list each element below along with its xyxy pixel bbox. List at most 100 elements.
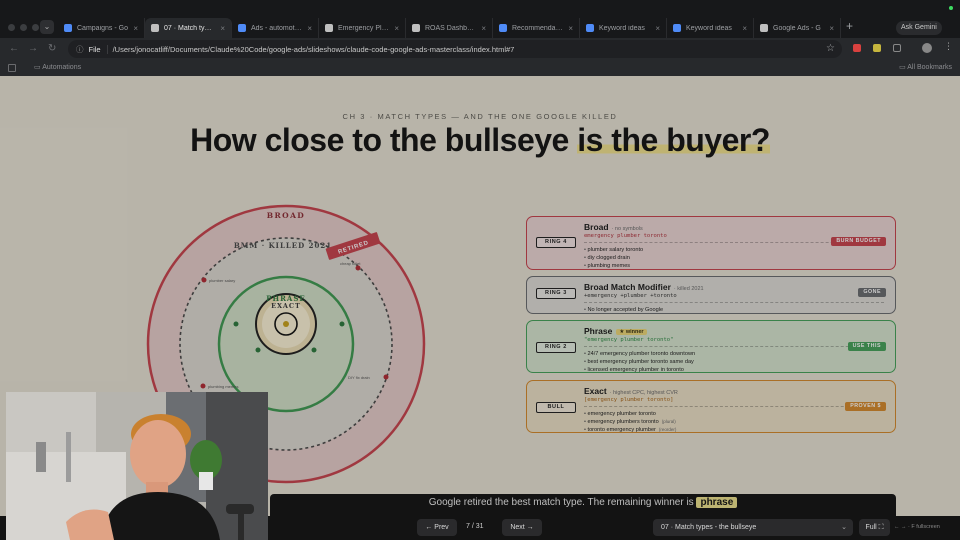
- browser-tab[interactable]: Keyword ideas ×: [667, 18, 754, 38]
- dot-label: plumbing memes: [208, 384, 238, 389]
- extension-icon[interactable]: [853, 44, 861, 52]
- broad-dot: [200, 383, 206, 389]
- verdict-badge: PROVEN $: [845, 402, 886, 411]
- prev-button[interactable]: ← Prev: [417, 519, 457, 536]
- example-query-text: diy clogged drain: [587, 255, 630, 262]
- bookmark-folder-automations[interactable]: ▭ Automations: [34, 63, 81, 71]
- page-indicator: 7 / 31: [466, 523, 484, 530]
- keyword-syntax: +emergency +plumber +toronto: [584, 293, 677, 299]
- tab-favicon-icon: [325, 24, 333, 32]
- browser-tab[interactable]: Campaigns - Go ×: [58, 18, 145, 38]
- example-query: No longer accepted by Google: [584, 306, 887, 314]
- browser-tab[interactable]: 07 · Match types ×: [145, 18, 232, 38]
- card-title-row: Phrase ★ winner: [584, 326, 887, 336]
- example-query-text: plumbing memes: [587, 263, 631, 270]
- ring-label: BULL: [536, 402, 576, 413]
- address-url[interactable]: /Users/jonocatliff/Documents/Claude%20Co…: [113, 45, 515, 54]
- example-query-text: 24/7 emergency plumber toronto downtown: [587, 351, 696, 357]
- slide-headline: How close to the bullseye is the buyer?: [0, 122, 960, 159]
- back-icon[interactable]: ←: [9, 43, 19, 54]
- broad-dot: [355, 265, 361, 271]
- card-title: Phrase: [584, 326, 613, 336]
- browser-tab[interactable]: Emergency Plumb ×: [319, 18, 406, 38]
- bookmark-folder-label: Automations: [42, 64, 82, 71]
- tab-close-icon[interactable]: ×: [481, 24, 486, 33]
- browser-tab[interactable]: ROAS Dashboard ×: [406, 18, 493, 38]
- label-broad: BROAD: [267, 211, 305, 220]
- tab-close-icon[interactable]: ×: [133, 24, 138, 33]
- tab-close-icon[interactable]: ×: [829, 24, 834, 33]
- ring-label: RING 4: [536, 237, 576, 248]
- fullscreen-button[interactable]: Full ⛶: [859, 519, 890, 536]
- example-query: emergency plumber toronto: [584, 410, 887, 418]
- divider: [584, 302, 884, 303]
- winner-badge: ★ winner: [616, 329, 647, 335]
- webcam-presenter-video: [6, 392, 268, 540]
- broad-dot: [383, 374, 389, 380]
- profile-avatar[interactable]: [922, 43, 932, 53]
- example-query-text: toronto emergency plumber: [587, 427, 656, 434]
- card-title: Broad Match Modifier: [584, 282, 671, 292]
- phrase-dot: [255, 347, 261, 353]
- browser-menu-icon[interactable]: ⋮: [944, 41, 953, 51]
- tab-favicon-icon: [151, 24, 159, 32]
- example-query: emergency plumbers toronto(plural): [584, 418, 887, 426]
- bookmarks-bar: ▭ Automations ▭ All Bookmarks: [0, 60, 960, 76]
- slide-select[interactable]: 07 · Match types - the bullseye ⌄: [653, 519, 853, 536]
- bookmark-star-icon[interactable]: ☆: [826, 43, 835, 54]
- forward-icon[interactable]: →: [28, 43, 38, 54]
- reload-icon[interactable]: ↻: [48, 43, 56, 54]
- phrase-dot: [233, 321, 239, 327]
- screen: ⌄ Campaigns - Go × 07 · Match types × Ads - …: [0, 0, 960, 540]
- window-controls[interactable]: [8, 24, 39, 31]
- all-bookmarks-button[interactable]: ▭ All Bookmarks: [899, 63, 952, 71]
- extensions-puzzle-icon[interactable]: [893, 44, 901, 52]
- browser-tab[interactable]: Recommendations ×: [493, 18, 580, 38]
- tab-close-icon[interactable]: ×: [568, 24, 573, 33]
- address-bar[interactable]: ⓘ File /Users/jonocatliff/Documents/Clau…: [68, 40, 842, 58]
- example-query-text: emergency plumbers toronto: [587, 419, 659, 426]
- broad-dot: [201, 277, 207, 283]
- phrase-dot: [339, 321, 345, 327]
- ask-gemini-button[interactable]: Ask Gemini: [896, 21, 942, 35]
- tab-label: Google Ads - G: [773, 24, 821, 32]
- tab-search-icon[interactable]: ⌄: [40, 20, 54, 34]
- example-query: best emergency plumber toronto same day: [584, 358, 887, 366]
- example-query: licensed emergency plumber in toronto: [584, 366, 887, 374]
- extension-icon[interactable]: [873, 44, 881, 52]
- tab-close-icon[interactable]: ×: [220, 24, 225, 33]
- tab-label: Keyword ideas: [599, 24, 645, 32]
- chevron-down-icon: ⌄: [841, 524, 847, 531]
- match-card-phrase: RING 2 Phrase ★ winner "emergency plumber t…: [526, 320, 896, 373]
- tab-favicon-icon: [760, 24, 768, 32]
- tab-strip: Campaigns - Go × 07 · Match types × Ads - au…: [58, 18, 841, 38]
- all-bookmarks-label: All Bookmarks: [907, 64, 952, 71]
- tab-close-icon[interactable]: ×: [655, 24, 660, 33]
- banner-text: Google retired the best match type. The …: [428, 497, 697, 508]
- example-query-text: plumber salary toronto: [587, 247, 644, 253]
- card-subtitle: · no symbols: [611, 226, 643, 232]
- example-query-text: No longer accepted by Google: [587, 307, 664, 313]
- example-query-text: best emergency plumber toronto same day: [587, 359, 694, 366]
- next-button[interactable]: Next →: [502, 519, 542, 536]
- new-tab-button[interactable]: +: [846, 19, 853, 33]
- tab-close-icon[interactable]: ×: [742, 24, 747, 33]
- apps-grid-icon[interactable]: [8, 64, 16, 72]
- site-info-icon[interactable]: ⓘ: [76, 44, 84, 55]
- label-bmm: BMM · KILLED 2021: [234, 241, 332, 250]
- tab-close-icon[interactable]: ×: [394, 24, 399, 33]
- card-title: Broad: [584, 222, 609, 232]
- tab-label: Campaigns - Go: [77, 24, 128, 32]
- browser-tab[interactable]: Google Ads - G ×: [754, 18, 841, 38]
- browser-tab[interactable]: Ads - automotive ×: [232, 18, 319, 38]
- banner-highlight: phrase: [696, 497, 738, 508]
- verdict-badge: BURN BUDGET: [831, 237, 886, 246]
- card-title-row: Broad · no symbols: [584, 222, 887, 232]
- card-subtitle: · killed 2021: [673, 286, 704, 292]
- browser-tab[interactable]: Keyword ideas ×: [580, 18, 667, 38]
- label-exact: EXACT: [271, 302, 301, 310]
- tab-close-icon[interactable]: ×: [307, 24, 312, 33]
- tab-favicon-icon: [586, 24, 594, 32]
- dot-label: plumber salary: [209, 278, 235, 283]
- dot-label: cheap toilet: [340, 261, 361, 266]
